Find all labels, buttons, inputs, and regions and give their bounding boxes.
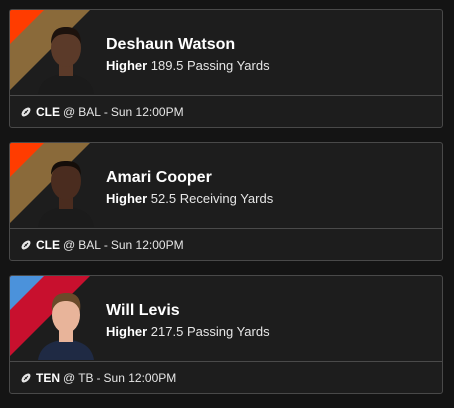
- player-name: Will Levis: [106, 302, 180, 319]
- avatar-shirt: [38, 340, 94, 360]
- prop-line: Higher 189.5 Passing Yards: [106, 58, 270, 73]
- opponent-abbr: BAL: [78, 238, 101, 252]
- team-abbr: TEN: [36, 371, 60, 385]
- game-time: Sun 12:00PM: [110, 105, 184, 119]
- stat-line-value: 189.5: [150, 58, 184, 73]
- player-card-deshaun-watson[interactable]: Deshaun Watson Higher 189.5 Passing Yard…: [9, 9, 443, 128]
- player-headshot: [38, 293, 94, 360]
- prop-line: Higher 217.5 Passing Yards: [106, 324, 270, 339]
- player-headshot: [38, 27, 94, 94]
- opponent-abbr: TB: [78, 371, 94, 385]
- prop-line: Higher 52.5 Receiving Yards: [106, 191, 273, 206]
- at-symbol: @: [63, 105, 76, 119]
- avatar-shirt: [38, 207, 94, 227]
- football-icon: [21, 373, 31, 383]
- football-icon: [21, 240, 31, 250]
- player-card-will-levis[interactable]: Will Levis Higher 217.5 Passing Yards TE…: [9, 275, 443, 394]
- separator: -: [103, 105, 108, 119]
- at-symbol: @: [63, 238, 76, 252]
- game-info: CLE @ BAL - Sun 12:00PM: [10, 229, 442, 260]
- pick-direction: Higher: [106, 58, 148, 73]
- game-info: TEN @ TB - Sun 12:00PM: [10, 362, 442, 393]
- team-abbr: CLE: [36, 238, 60, 252]
- avatar-shirt: [38, 74, 94, 94]
- player-card-amari-cooper[interactable]: Amari Cooper Higher 52.5 Receiving Yards…: [9, 142, 443, 261]
- separator: -: [103, 238, 108, 252]
- stat-line-value: 52.5: [150, 191, 177, 206]
- separator: -: [96, 371, 101, 385]
- football-icon: [21, 107, 31, 117]
- player-name: Amari Cooper: [106, 169, 212, 186]
- player-name: Deshaun Watson: [106, 36, 236, 53]
- game-time: Sun 12:00PM: [110, 238, 184, 252]
- opponent-abbr: BAL: [78, 105, 101, 119]
- pick-direction: Higher: [106, 191, 148, 206]
- player-pick-list: Deshaun Watson Higher 189.5 Passing Yard…: [0, 0, 454, 408]
- stat-type: Passing Yards: [186, 58, 270, 73]
- team-abbr: CLE: [36, 105, 60, 119]
- stat-type: Passing Yards: [186, 324, 270, 339]
- card-header: Amari Cooper Higher 52.5 Receiving Yards: [10, 143, 442, 229]
- stat-type: Receiving Yards: [179, 191, 274, 206]
- card-header: Deshaun Watson Higher 189.5 Passing Yard…: [10, 10, 442, 96]
- game-info: CLE @ BAL - Sun 12:00PM: [10, 96, 442, 127]
- stat-line-value: 217.5: [150, 324, 184, 339]
- card-header: Will Levis Higher 217.5 Passing Yards: [10, 276, 442, 362]
- at-symbol: @: [63, 371, 76, 385]
- player-headshot: [38, 161, 94, 227]
- game-time: Sun 12:00PM: [103, 371, 177, 385]
- pick-direction: Higher: [106, 324, 148, 339]
